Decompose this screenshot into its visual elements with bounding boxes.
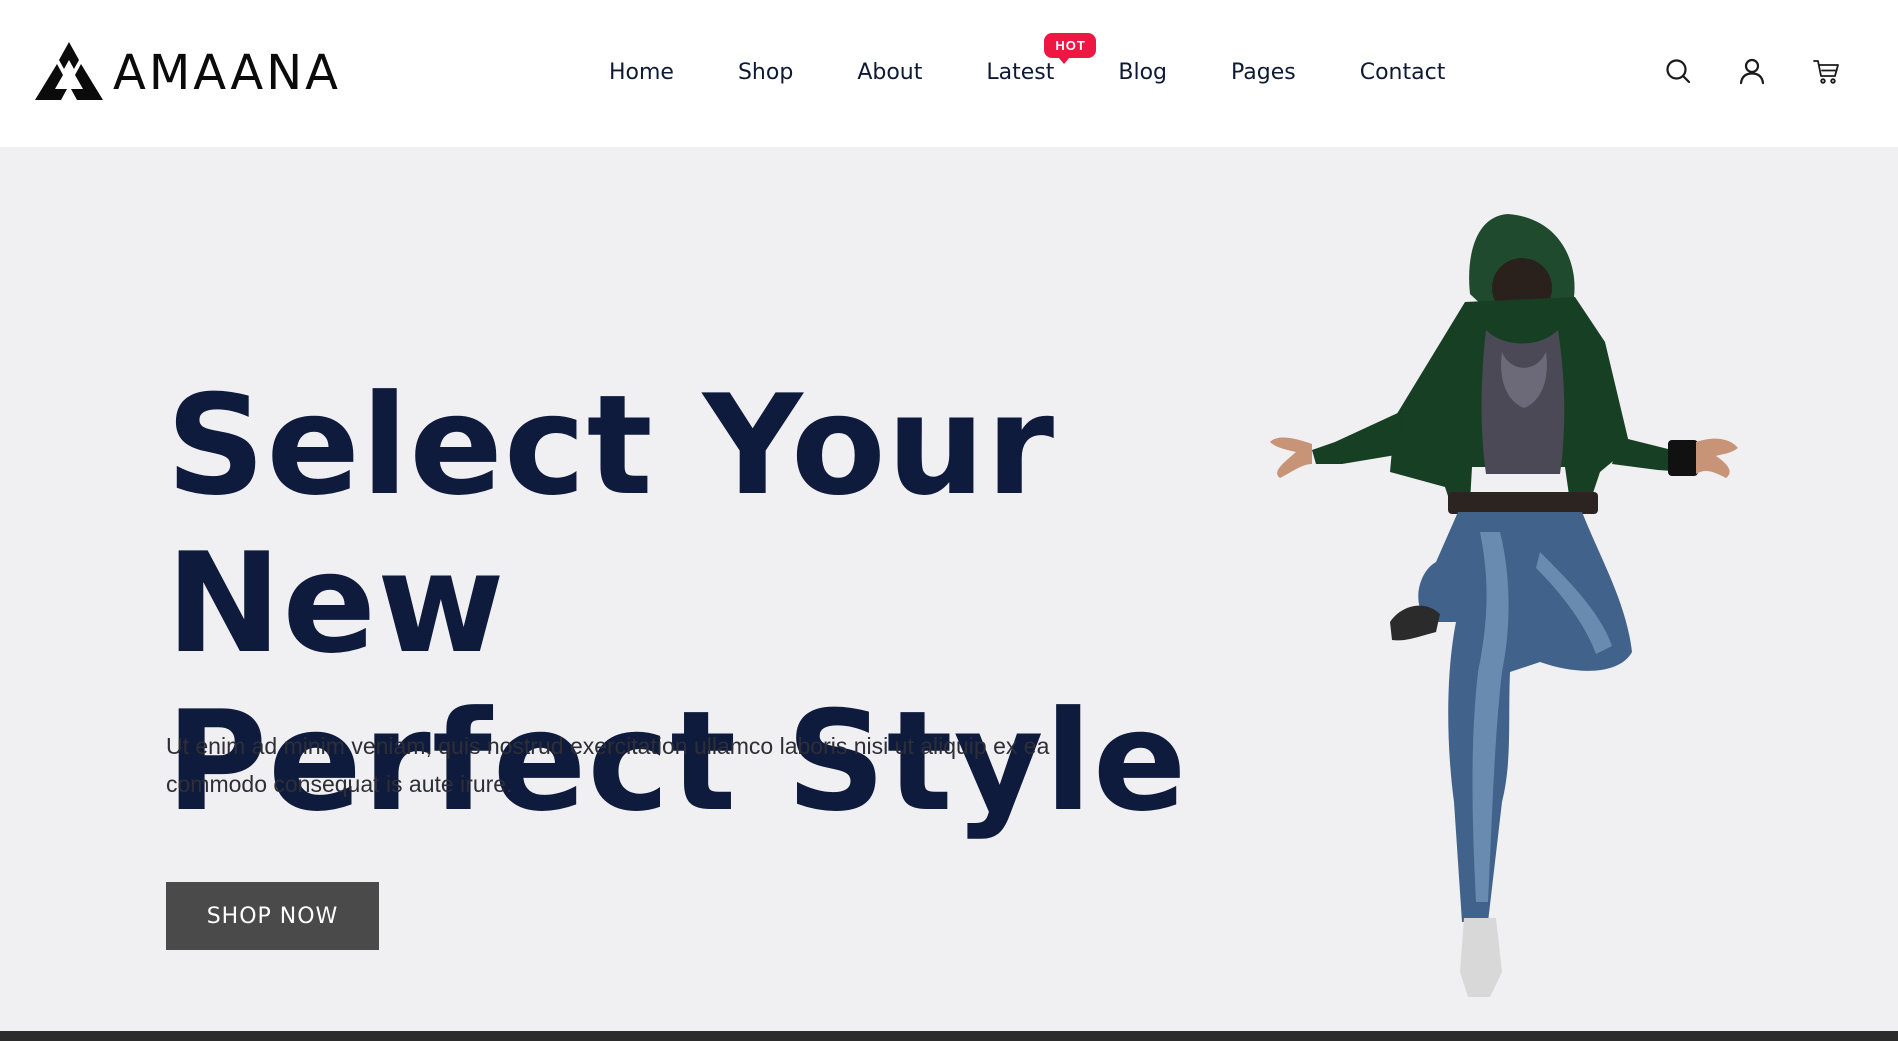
user-icon[interactable] <box>1738 57 1766 85</box>
logo-mark-icon <box>35 42 103 100</box>
nav-contact-label: Contact <box>1359 59 1446 85</box>
nav-home-label: Home <box>609 59 674 85</box>
nav-blog-label: Blog <box>1118 59 1167 85</box>
nav-blog[interactable]: Blog <box>1118 60 1167 85</box>
hot-badge: HOT <box>1044 32 1096 64</box>
nav-about-label: About <box>857 59 923 85</box>
nav-latest-label: Latest <box>986 59 1055 85</box>
bottom-bar <box>0 1031 1898 1041</box>
page: AMAANA Home Shop About Latest HOT Blog P… <box>0 0 1898 1041</box>
nav-pages-label: Pages <box>1231 59 1296 85</box>
search-icon[interactable] <box>1664 57 1692 85</box>
site-header: AMAANA Home Shop About Latest HOT Blog P… <box>0 0 1898 147</box>
nav-contact[interactable]: Contact <box>1360 60 1446 85</box>
shop-now-button[interactable]: SHOP NOW <box>166 882 379 950</box>
hero-section: Select Your New Perfect Style Ut enim ad… <box>0 147 1898 1031</box>
nav-shop-label: Shop <box>737 59 794 85</box>
hero-headline-line1: Select Your New <box>166 365 1056 684</box>
nav-home[interactable]: Home <box>609 60 674 85</box>
nav-latest[interactable]: Latest HOT <box>986 32 1096 85</box>
hero-model-image <box>1270 214 1738 997</box>
nav-pages[interactable]: Pages <box>1231 60 1296 85</box>
cart-icon[interactable] <box>1812 57 1840 85</box>
hero-subtext: Ut enim ad minim veniam, quis nostrud ex… <box>166 733 1050 797</box>
header-actions <box>1664 56 1840 86</box>
nav-about[interactable]: About <box>857 60 922 85</box>
nav-shop[interactable]: Shop <box>738 60 793 85</box>
brand-logo[interactable]: AMAANA <box>33 40 341 106</box>
main-nav: Home Shop About Latest HOT Blog Pages Co… <box>609 32 1446 92</box>
brand-name: AMAANA <box>113 45 341 101</box>
